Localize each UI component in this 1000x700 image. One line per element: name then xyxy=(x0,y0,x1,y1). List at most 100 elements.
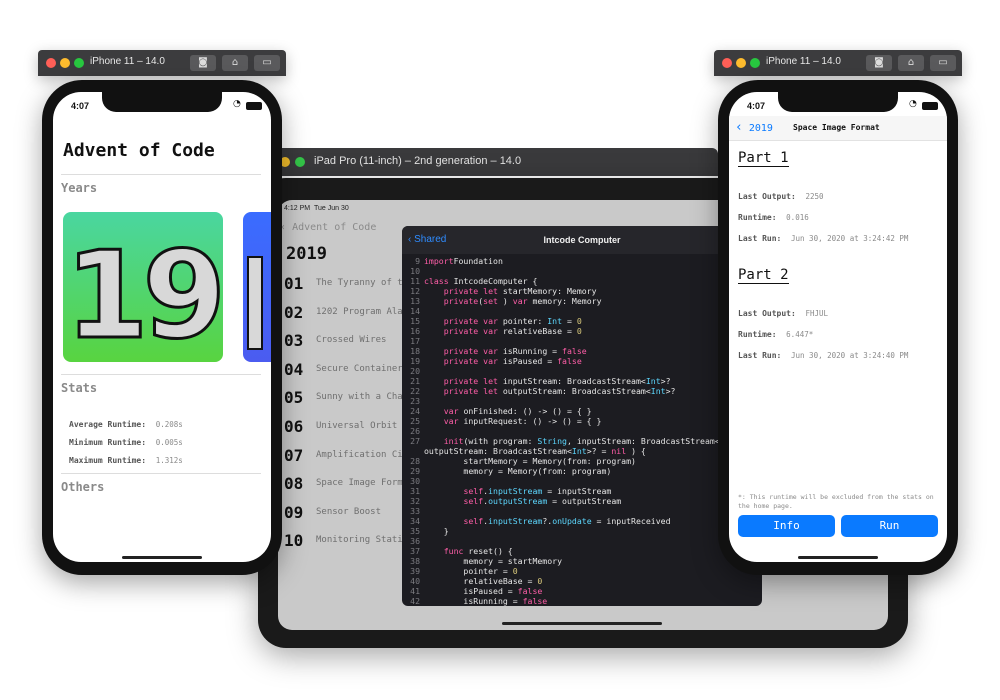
code-token: = xyxy=(562,316,577,326)
code-line: 24 var onFinished: () -> () = { } xyxy=(402,406,762,416)
code-token: isRunning = xyxy=(497,346,563,356)
code-line: 31 self.inputStream = inputStream xyxy=(402,486,762,496)
code-token: ) xyxy=(497,296,513,306)
code-token: private var xyxy=(443,326,498,336)
home-icon[interactable]: ⌂ xyxy=(222,55,248,71)
line-number: 17 xyxy=(410,336,420,346)
year-card-next[interactable] xyxy=(243,212,271,362)
minimize-window-button[interactable] xyxy=(736,58,746,68)
day-row[interactable]: 01 The Tyranny of th xyxy=(284,272,408,300)
notch xyxy=(102,92,222,112)
ipad-status-time: 4:12 PM xyxy=(284,205,311,212)
label: Runtime: xyxy=(738,213,777,222)
minimize-window-button[interactable] xyxy=(60,58,70,68)
screenshot-icon[interactable]: ◙ xyxy=(190,55,216,71)
part1-title: Part 1 xyxy=(738,150,789,167)
left-window-title: iPhone 11 – 14.0 xyxy=(90,56,165,67)
code-token: onFinished: () -> () = { } xyxy=(458,406,592,416)
value: 2250 xyxy=(805,192,824,201)
zoom-window-button[interactable] xyxy=(74,58,84,68)
code-token: var xyxy=(443,406,459,416)
code-text: outputStream: BroadcastStream<Int>? = ni… xyxy=(424,446,646,456)
day-number: 06 xyxy=(284,417,304,436)
code-line: 12 private let startMemory: Memory xyxy=(402,286,762,296)
code-token: func xyxy=(443,546,464,556)
day-row[interactable]: 05 Sunny with a Chan xyxy=(284,386,408,414)
value: FHJUL xyxy=(805,309,829,318)
line-number: 33 xyxy=(410,506,420,516)
code-token: Int xyxy=(650,386,666,396)
code-text: importFoundation xyxy=(424,256,503,266)
home-indicator xyxy=(798,556,878,559)
part1-last-output: Last Output: 2250 xyxy=(738,184,824,203)
label: Runtime: xyxy=(738,330,777,339)
code-token: class xyxy=(424,276,449,286)
code-line: 13 private(set ) var memory: Memory xyxy=(402,296,762,306)
code-token: ?. xyxy=(542,516,553,526)
code-token: onUpdate xyxy=(552,516,592,526)
code-line: 27 init(with program: String, inputStrea… xyxy=(402,436,762,446)
day-row[interactable]: 07 Amplification Cir xyxy=(284,444,408,472)
code-token: false xyxy=(557,356,582,366)
run-button[interactable]: Run xyxy=(841,515,938,537)
code-token: private let xyxy=(443,286,498,296)
code-token: self xyxy=(463,516,484,526)
day-row[interactable]: 02 1202 Program Alar xyxy=(284,301,408,329)
code-token: String xyxy=(537,436,567,446)
day-name: Universal Orbit M xyxy=(316,421,409,431)
code-line: 29 memory = Memory(from: program) xyxy=(402,466,762,476)
code-token: 0 xyxy=(576,316,582,326)
day-row[interactable]: 03 Crossed Wires xyxy=(284,329,404,357)
code-text: var onFinished: () -> () = { } xyxy=(424,406,592,416)
day-row[interactable]: 09 Sensor Boost xyxy=(284,501,404,529)
rotate-icon[interactable]: ▭ xyxy=(254,55,280,71)
stat-minimum: Minimum Runtime: 0.005s xyxy=(69,430,183,449)
line-number: 41 xyxy=(410,586,420,596)
home-icon[interactable]: ⌂ xyxy=(898,55,924,71)
stat-value: 1.312s xyxy=(155,456,183,465)
day-name: Secure Container xyxy=(316,363,403,374)
code-token: startMemory = Memory(from: program) xyxy=(424,456,636,466)
day-name: 1202 Program Alar xyxy=(316,306,409,317)
close-window-button[interactable] xyxy=(46,58,56,68)
close-window-button[interactable] xyxy=(722,58,732,68)
line-number: 13 xyxy=(410,296,420,306)
zoom-window-button[interactable] xyxy=(295,157,305,167)
day-number: 10 xyxy=(284,531,304,551)
back-button[interactable]: ‹ 2019 xyxy=(735,120,773,135)
code-text: class IntcodeComputer { xyxy=(424,276,537,286)
wifi-icon: ◔ xyxy=(909,99,917,109)
info-button[interactable]: Info xyxy=(738,515,835,537)
screenshot-icon[interactable]: ◙ xyxy=(866,55,892,71)
stat-value: 0.005s xyxy=(155,438,183,447)
code-token: ) { xyxy=(626,446,646,456)
code-text: pointer = 0 xyxy=(424,566,517,576)
year-heading: 2019 xyxy=(286,244,327,264)
battery-icon xyxy=(922,102,938,110)
code-token: 0 xyxy=(537,576,543,586)
day-row[interactable]: 04 Secure Container xyxy=(284,358,404,386)
back-button[interactable]: ‹ Advent of Code xyxy=(280,222,376,233)
divider xyxy=(61,174,261,175)
day-row[interactable]: 08 Space Image Forma xyxy=(284,472,408,500)
line-number: 11 xyxy=(410,276,420,286)
zoom-window-button[interactable] xyxy=(750,58,760,68)
code-token: self xyxy=(463,486,484,496)
code-token: memory = startMemory xyxy=(424,556,563,566)
day-row[interactable]: 10 Monitoring Statio xyxy=(284,529,408,557)
code-token: inputStream xyxy=(488,516,543,526)
code-line: 35 } xyxy=(402,526,762,536)
line-number: 14 xyxy=(410,306,420,316)
day-row[interactable]: 06 Universal Orbit M xyxy=(284,415,408,443)
rotate-icon[interactable]: ▭ xyxy=(930,55,956,71)
code-token: startMemory: Memory xyxy=(497,286,597,296)
code-line: 16 private var relativeBase = 0 xyxy=(402,326,762,336)
year-card-2019[interactable]: 19 xyxy=(63,212,223,362)
code-line: 22 private let outputStream: BroadcastSt… xyxy=(402,386,762,396)
code-token: pointer: xyxy=(497,316,548,326)
code-header: ‹ Shared Intcode Computer xyxy=(402,226,762,254)
ipad-simulator-titlebar: iPad Pro (11-inch) – 2nd generation – 14… xyxy=(268,148,718,176)
